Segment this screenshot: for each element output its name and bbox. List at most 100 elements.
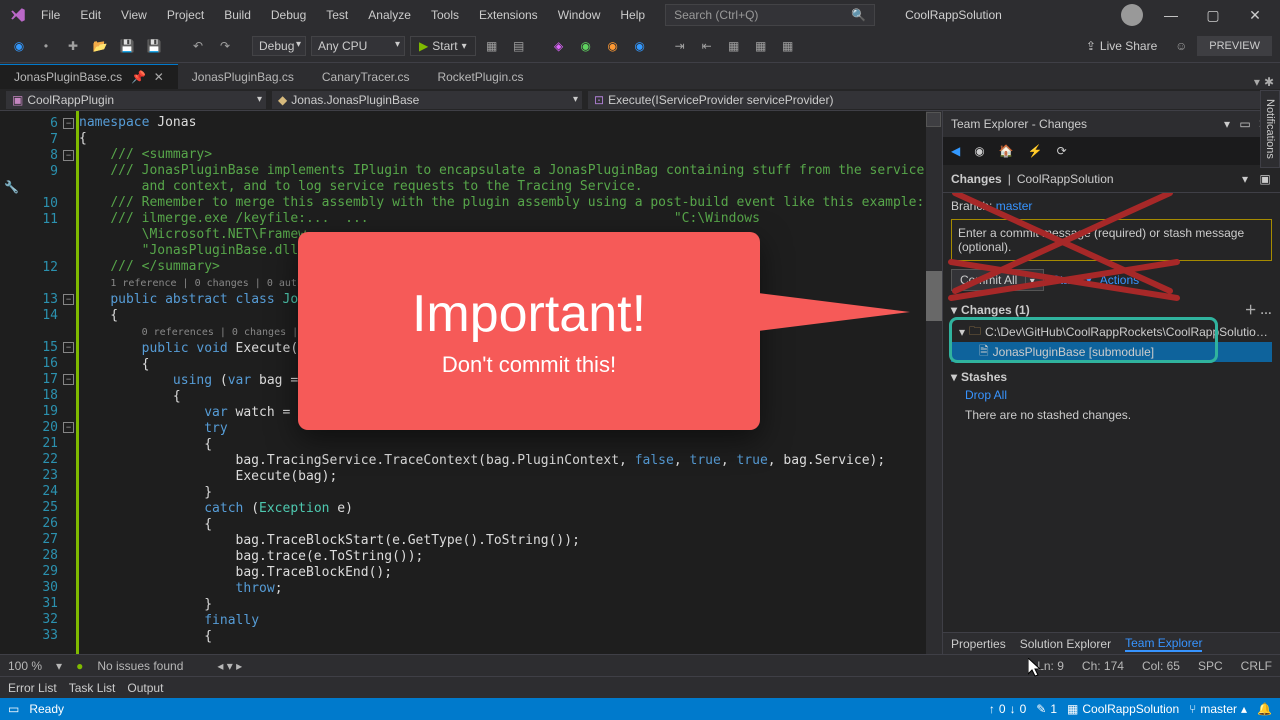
collapse-icon[interactable]: − (63, 374, 74, 385)
collapse-icon[interactable]: − (63, 294, 74, 305)
screwdriver-icon[interactable]: 🔧 (4, 180, 19, 194)
team-home-icon[interactable]: 🏠 (999, 144, 1014, 158)
menu-debug[interactable]: Debug (261, 3, 316, 27)
start-button[interactable]: ▶ Start ▾ (410, 36, 476, 56)
zoom-level[interactable]: 100 % (8, 659, 42, 673)
menu-file[interactable]: File (31, 3, 70, 27)
notifications-bell-icon[interactable]: 🔔 (1257, 702, 1272, 716)
status-indent[interactable]: SPC (1198, 659, 1223, 673)
tab-error-list[interactable]: Error List (8, 681, 57, 695)
commit-all-button[interactable]: Commit All ▾ (951, 269, 1044, 291)
git-pending[interactable]: ✎1 (1036, 702, 1057, 716)
team-back-icon[interactable]: ◀ (951, 144, 960, 158)
docked-notifications-tab[interactable]: Notifications (1260, 90, 1280, 168)
search-input[interactable]: Search (Ctrl+Q) 🔍 (665, 4, 875, 26)
tb-ext-1[interactable]: ▦ (481, 35, 503, 57)
stash-link[interactable]: Stash ▾ (1052, 273, 1092, 287)
collapse-icon[interactable]: − (63, 422, 74, 433)
add-icon[interactable]: ＋ … (1245, 301, 1272, 318)
ext-b[interactable]: ▦ (750, 35, 772, 57)
menu-project[interactable]: Project (157, 3, 214, 27)
status-branch[interactable]: ⑂master ▴ (1189, 702, 1247, 716)
undo-button[interactable]: ↶ (187, 35, 209, 57)
scroll-thumb[interactable] (926, 271, 942, 321)
menu-build[interactable]: Build (214, 3, 261, 27)
avatar[interactable] (1121, 4, 1143, 26)
menu-analyze[interactable]: Analyze (358, 3, 421, 27)
redo-button[interactable]: ↷ (214, 35, 236, 57)
menu-view[interactable]: View (111, 3, 157, 27)
drop-all-link[interactable]: Drop All (965, 388, 1007, 402)
pin-icon[interactable]: ▭ (1236, 117, 1254, 131)
open-button[interactable]: 📂 (89, 35, 111, 57)
team-refresh-icon[interactable]: ⟳ (1057, 144, 1067, 158)
tab-gear-icon[interactable]: ✱ (1264, 75, 1274, 89)
close-tab-icon[interactable]: ✕ (154, 70, 164, 84)
ext-c[interactable]: ▦ (777, 35, 799, 57)
menu-help[interactable]: Help (610, 3, 655, 27)
pane-dropdown-icon[interactable]: ▾ (1218, 117, 1236, 131)
new-button[interactable]: ✚ (62, 35, 84, 57)
platform-dropdown[interactable]: Any CPU (311, 36, 405, 56)
status-solution[interactable]: ▦CoolRappSolution (1067, 702, 1179, 716)
tab-team-explorer[interactable]: Team Explorer (1125, 636, 1202, 652)
linenum: 19 (42, 404, 58, 419)
menu-extensions[interactable]: Extensions (469, 3, 548, 27)
forward-button[interactable]: • (35, 35, 57, 57)
tree-folder-row[interactable]: ▾ 🗀 C:\Dev\GitHub\CoolRappRockets\CoolRa… (951, 322, 1272, 342)
save-all-button[interactable]: 💾 (143, 35, 165, 57)
tab-task-list[interactable]: Task List (69, 681, 116, 695)
maximize-button[interactable]: ▢ (1193, 1, 1233, 29)
tab-canarytracer[interactable]: CanaryTracer.cs (308, 64, 424, 89)
breadcrumb-method[interactable]: ⊡ Execute(IServiceProvider serviceProvid… (588, 91, 1274, 109)
xrmtoolbox-icon[interactable]: ◈ (548, 35, 570, 57)
minimize-button[interactable]: — (1151, 1, 1191, 29)
commit-message-input[interactable]: Enter a commit message (required) or sta… (951, 219, 1272, 261)
save-button[interactable]: 💾 (116, 35, 138, 57)
uncomment-button[interactable]: ⇤ (696, 35, 718, 57)
pin-icon[interactable]: 📌 (131, 70, 146, 84)
collapse-icon[interactable]: − (63, 342, 74, 353)
breadcrumb-project[interactable]: ▣ CoolRappPlugin (6, 91, 266, 109)
stashes-section[interactable]: ▾ Stashes (951, 370, 1272, 384)
tab-dropdown-icon[interactable]: ▾ (1254, 75, 1260, 89)
team-forward-icon[interactable]: ◉ (974, 144, 984, 158)
back-button[interactable]: ◉ (8, 35, 30, 57)
changes-section[interactable]: ▾ Changes (1) ＋ … (951, 301, 1272, 318)
tb-org2[interactable]: ◉ (602, 35, 624, 57)
tb-org1[interactable]: ◉ (575, 35, 597, 57)
tab-output[interactable]: Output (127, 681, 163, 695)
split-handle[interactable] (926, 112, 941, 127)
tab-rocketplugin[interactable]: RocketPlugin.cs (423, 64, 537, 89)
submodule-row[interactable]: 🗎 JonasPluginBase [submodule] (951, 342, 1272, 362)
live-share-button[interactable]: ⇪ Live Share (1078, 37, 1165, 55)
menu-test[interactable]: Test (316, 3, 358, 27)
collapse-icon[interactable]: − (63, 118, 74, 129)
feedback-button[interactable]: ☺ (1170, 35, 1192, 57)
menu-edit[interactable]: Edit (70, 3, 111, 27)
tab-jonaspluginbag[interactable]: JonasPluginBag.cs (178, 64, 308, 89)
tb-ext-2[interactable]: ▤ (508, 35, 530, 57)
breadcrumb-class[interactable]: ◆ Jonas.JonasPluginBase (272, 91, 582, 109)
new-window-icon[interactable]: ▣ (1258, 172, 1272, 186)
scrollbar[interactable] (926, 111, 942, 654)
ext-a[interactable]: ▦ (723, 35, 745, 57)
drop-icon[interactable]: ▾ (1238, 172, 1252, 186)
tab-jonaspluginbase[interactable]: JonasPluginBase.cs 📌 ✕ (0, 64, 178, 89)
git-sync[interactable]: ↑0 ↓0 (989, 702, 1026, 716)
tb-org3[interactable]: ◉ (629, 35, 651, 57)
arrow-up-icon: ↑ (989, 702, 995, 716)
nav-arrows[interactable]: ◂ ▾ ▸ (217, 659, 242, 673)
actions-link[interactable]: Actions (1100, 273, 1139, 287)
status-eol[interactable]: CRLF (1241, 659, 1272, 673)
branch-name[interactable]: master (996, 199, 1033, 213)
close-button[interactable]: ✕ (1235, 1, 1275, 29)
tab-solution-explorer[interactable]: Solution Explorer (1020, 637, 1111, 651)
menu-tools[interactable]: Tools (421, 3, 469, 27)
menu-window[interactable]: Window (548, 3, 611, 27)
collapse-icon[interactable]: − (63, 150, 74, 161)
tab-properties[interactable]: Properties (951, 637, 1006, 651)
team-connect-icon[interactable]: ⚡ (1028, 144, 1043, 158)
comment-out-button[interactable]: ⇥ (669, 35, 691, 57)
config-dropdown[interactable]: Debug (252, 36, 306, 56)
